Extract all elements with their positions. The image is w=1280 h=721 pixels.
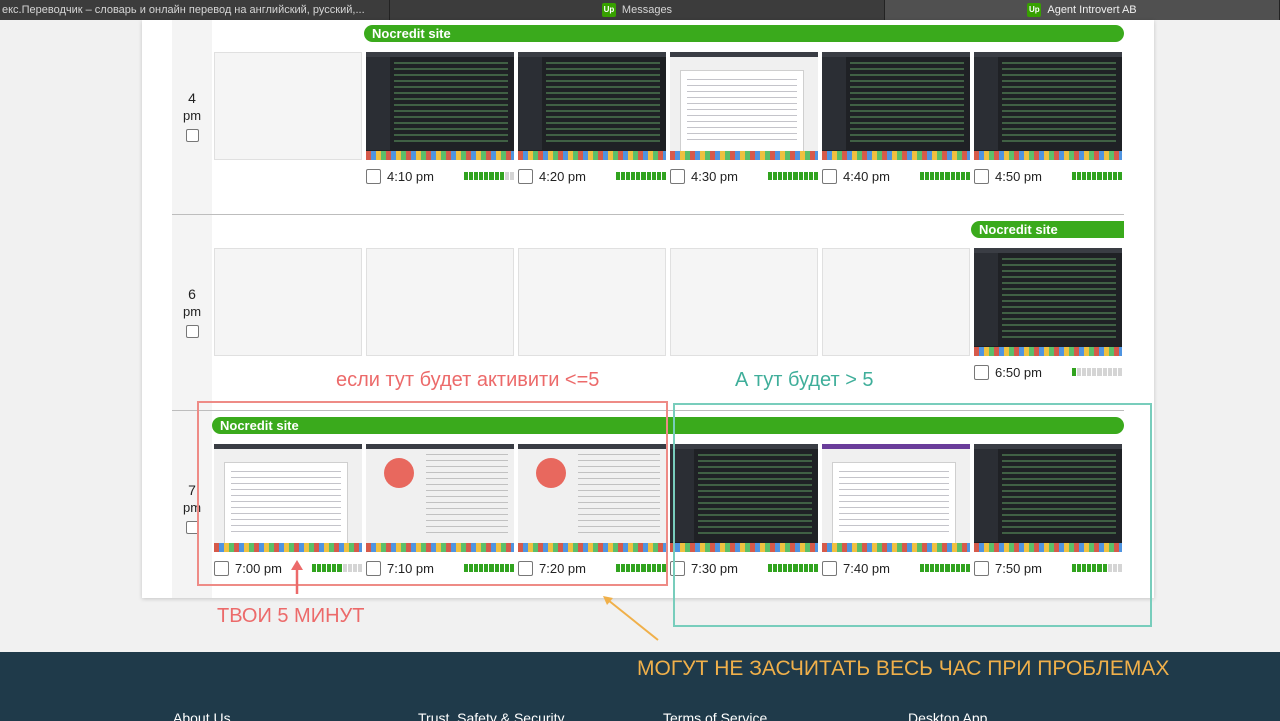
annotation-arrows [291,560,659,641]
footer-link-trust[interactable]: Trust, Safety & Security [418,710,565,721]
arrow-up-icon [291,560,303,594]
footer-link-desktop-app[interactable]: Desktop App [908,710,987,721]
footer-link-about[interactable]: About Us [173,710,231,721]
site-footer: МОГУТ НЕ ЗАСЧИТАТЬ ВЕСЬ ЧАС ПРИ ПРОБЛЕМА… [0,652,1280,721]
arrow-diagonal-icon [603,596,659,641]
footer-link-terms[interactable]: Terms of Service [663,710,767,721]
annotation-warning: МОГУТ НЕ ЗАСЧИТАТЬ ВЕСЬ ЧАС ПРИ ПРОБЛЕМА… [637,657,1170,680]
